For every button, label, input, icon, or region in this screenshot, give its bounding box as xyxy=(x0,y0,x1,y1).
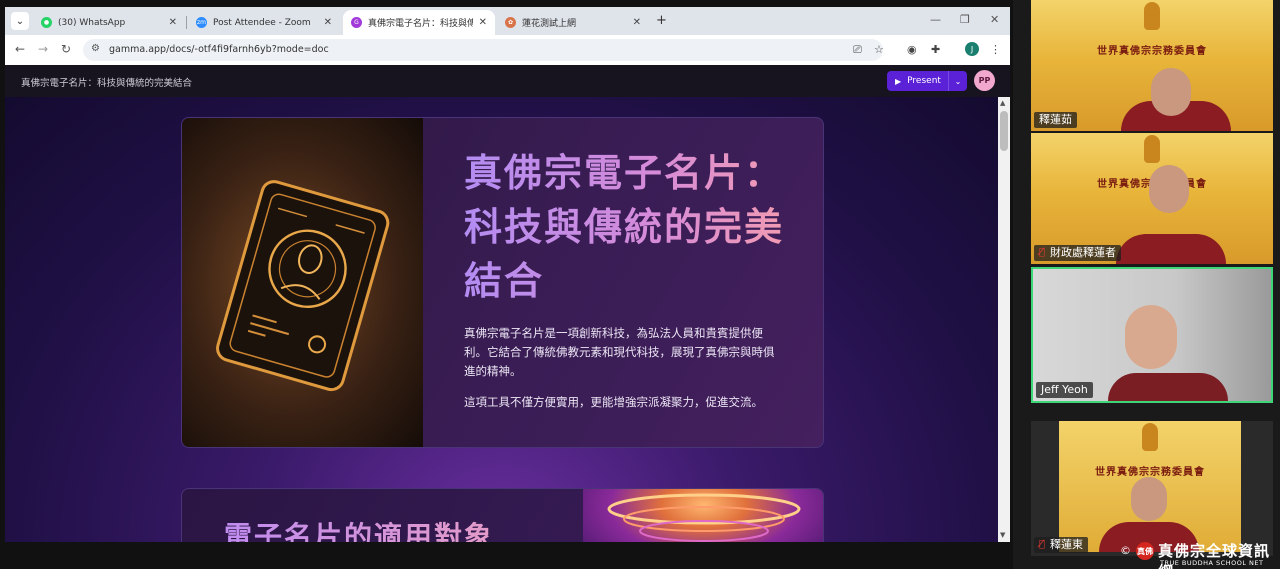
minimize-icon[interactable]: — xyxy=(930,13,941,26)
close-icon[interactable]: ✕ xyxy=(324,17,332,28)
card-paragraph: 真佛宗電子名片是一項創新科技，為弘法人員和貴賓提供便利。它結合了傳統佛教元素和現… xyxy=(464,326,775,378)
card-paragraph: 這項工具不僅方便實用，更能增強宗派凝聚力，促進交流。 xyxy=(464,395,763,409)
banner-text: 世界真佛宗宗務委員會 xyxy=(1097,46,1207,57)
deity-statue xyxy=(1144,2,1160,30)
site-settings-icon[interactable]: ⚙ xyxy=(91,43,100,54)
forward-arrow-icon[interactable]: → xyxy=(38,42,48,56)
video-tile[interactable]: 世界真佛宗宗務委員會 釋蓮茹 xyxy=(1031,0,1273,131)
deity-statue xyxy=(1144,135,1160,163)
close-icon[interactable]: ✕ xyxy=(633,17,641,28)
participant-face xyxy=(1125,305,1177,369)
card-title: 電子名片的適用對象 xyxy=(224,515,494,542)
golden-card-illustration xyxy=(216,180,390,392)
participant-robe xyxy=(1116,234,1226,264)
url-text: gamma.app/docs/-otf4fi9farnh6yb?mode=doc xyxy=(109,44,329,55)
tab-label: Post Attendee - Zoom xyxy=(213,17,311,28)
browser-toolbar: ← → ↻ ⚙ gamma.app/docs/-otf4fi9farnh6yb?… xyxy=(5,35,1010,65)
video-tile[interactable]: 世界真佛宗宗務委員會 🎙̸ 釋蓮東 xyxy=(1031,421,1273,556)
reload-icon[interactable]: ↻ xyxy=(61,42,71,56)
present-label: Present xyxy=(907,76,941,86)
scrollbar-thumb[interactable] xyxy=(1000,111,1008,151)
tbs-logo: 真佛 xyxy=(1136,542,1154,560)
video-tile[interactable]: 世界真佛宗宗務委員會 🎙̸ 財政處釋蓮者 xyxy=(1031,133,1273,264)
stage-illustration xyxy=(583,489,823,542)
browser-window: ⌄ ● (30) WhatsApp ✕ zm Post Attendee - Z… xyxy=(5,7,1010,542)
participant-face xyxy=(1149,165,1189,213)
avatar[interactable]: PP xyxy=(974,70,995,91)
doc-title: 真佛宗電子名片：科技與傳統的完美結合 xyxy=(21,78,193,89)
chevron-down-icon[interactable]: ⌄ xyxy=(949,77,967,86)
scroll-down-icon[interactable]: ▼ xyxy=(1000,531,1005,539)
participant-face xyxy=(1151,68,1191,116)
watermark-subtitle: TRUE BUDDHA SCHOOL NET xyxy=(1160,559,1264,567)
close-icon[interactable]: ✕ xyxy=(479,17,487,28)
address-bar[interactable]: ⚙ gamma.app/docs/-otf4fi9farnh6yb?mode=d… xyxy=(83,39,883,61)
kebab-menu-icon[interactable]: ⋮ xyxy=(990,43,1001,56)
extensions-icon[interactable]: ✚ xyxy=(931,43,940,56)
deity-statue xyxy=(1142,423,1158,451)
gamma-icon: G xyxy=(351,17,362,28)
mic-muted-icon: 🎙̸ xyxy=(1039,247,1046,258)
card-title: 真佛宗電子名片：科技與傳統的完美結合 xyxy=(464,146,784,308)
camera-icon[interactable]: ◉ xyxy=(907,43,917,56)
banner: 世界真佛宗宗務委員會 xyxy=(1061,42,1243,60)
lotus-icon: ✿ xyxy=(505,17,516,28)
participant-name: 財政處釋蓮者 xyxy=(1050,246,1117,259)
card-audience[interactable]: 電子名片的適用對象 xyxy=(181,488,824,542)
tab-zoom[interactable]: zm Post Attendee - Zoom ✕ xyxy=(188,10,340,35)
card-image xyxy=(182,118,423,447)
restore-icon[interactable]: ❐ xyxy=(960,13,970,26)
participant-face xyxy=(1131,477,1167,521)
profile-avatar[interactable]: J xyxy=(965,42,979,56)
participant-name-tag: Jeff Yeoh xyxy=(1036,382,1093,398)
stage-rings xyxy=(607,493,801,542)
tab-label: (30) WhatsApp xyxy=(58,17,126,28)
scrollbar[interactable]: ▲ ▼ xyxy=(998,97,1010,542)
present-button[interactable]: ▶ Present ⌄ xyxy=(887,71,967,91)
participant-name: 釋蓮茹 xyxy=(1039,113,1072,126)
video-feed: 世界真佛宗宗務委員會 xyxy=(1059,421,1241,552)
app-header: 真佛宗電子名片：科技與傳統的完美結合 ▶ Present ⌄ PP xyxy=(5,65,1010,97)
site-watermark: © 真佛 真佛宗全球資訊網 TRUE BUDDHA SCHOOL NET xyxy=(1120,540,1280,569)
tab-divider xyxy=(186,16,187,29)
zoom-icon: zm xyxy=(196,17,207,28)
banner-text: 世界真佛宗宗務委員會 xyxy=(1095,467,1205,478)
bookmark-star-icon[interactable]: ☆ xyxy=(874,43,884,56)
tab-gamma[interactable]: G 真佛宗電子名片：科技與傳統 ✕ xyxy=(343,10,495,35)
doc-canvas: 真佛宗電子名片：科技與傳統的完美結合 真佛宗電子名片是一項創新科技，為弘法人員和… xyxy=(5,97,998,542)
new-tab-button[interactable]: + xyxy=(656,13,667,28)
video-tile-active-speaker[interactable]: Jeff Yeoh xyxy=(1031,267,1273,403)
tab-strip: ⌄ ● (30) WhatsApp ✕ zm Post Attendee - Z… xyxy=(5,7,1010,35)
window-close-icon[interactable]: ✕ xyxy=(990,13,999,26)
participant-name-tag: 🎙̸ 財政處釋蓮者 xyxy=(1034,245,1122,261)
tab-lotus[interactable]: ✿ 蓮花測試上網 ✕ xyxy=(497,10,649,35)
participant-name-tag: 🎙̸ 釋蓮東 xyxy=(1034,537,1089,553)
participant-name: 釋蓮東 xyxy=(1050,538,1084,551)
tab-search-icon[interactable]: ⌄ xyxy=(11,12,29,30)
copyright-symbol: © xyxy=(1120,544,1131,557)
play-icon: ▶ xyxy=(895,76,902,86)
card-text: 真佛宗電子名片：科技與傳統的完美結合 真佛宗電子名片是一項創新科技，為弘法人員和… xyxy=(464,146,784,412)
participant-name-tag: 釋蓮茹 xyxy=(1034,112,1077,128)
tab-label: 蓮花測試上網 xyxy=(522,19,577,29)
whatsapp-icon: ● xyxy=(41,17,52,28)
mic-muted-icon: 🎙̸ xyxy=(1039,539,1046,550)
tab-label: 真佛宗電子名片：科技與傳統 xyxy=(368,19,473,29)
screen: ⌄ ● (30) WhatsApp ✕ zm Post Attendee - Z… xyxy=(0,0,1280,569)
card-hero[interactable]: 真佛宗電子名片：科技與傳統的完美結合 真佛宗電子名片是一項創新科技，為弘法人員和… xyxy=(181,117,824,448)
scroll-up-icon[interactable]: ▲ xyxy=(1000,99,1005,107)
back-arrow-icon[interactable]: ← xyxy=(15,42,25,56)
participant-name: Jeff Yeoh xyxy=(1041,383,1088,396)
close-icon[interactable]: ✕ xyxy=(169,17,177,28)
cast-icon[interactable]: ⎚ xyxy=(853,43,862,57)
zoom-gallery: 世界真佛宗宗務委員會 釋蓮茹 世界真佛宗宗務委員會 🎙̸ 財政處釋蓮者 xyxy=(1013,0,1280,569)
tab-whatsapp[interactable]: ● (30) WhatsApp ✕ xyxy=(33,10,185,35)
participant-robe xyxy=(1108,373,1228,401)
